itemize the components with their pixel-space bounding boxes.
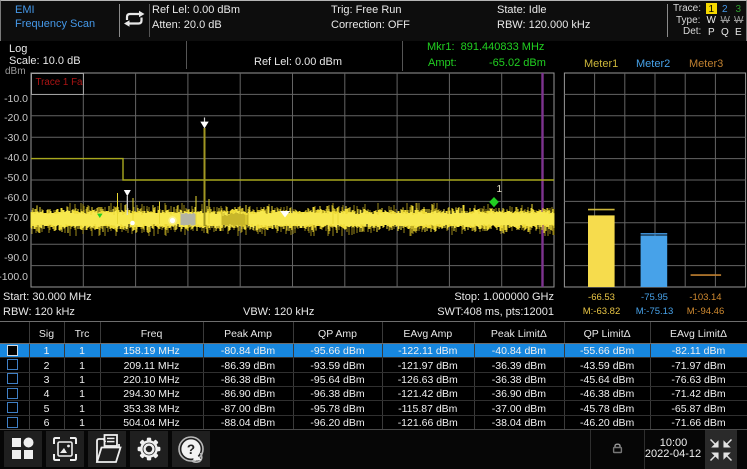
svg-text:?: ?	[187, 442, 195, 457]
